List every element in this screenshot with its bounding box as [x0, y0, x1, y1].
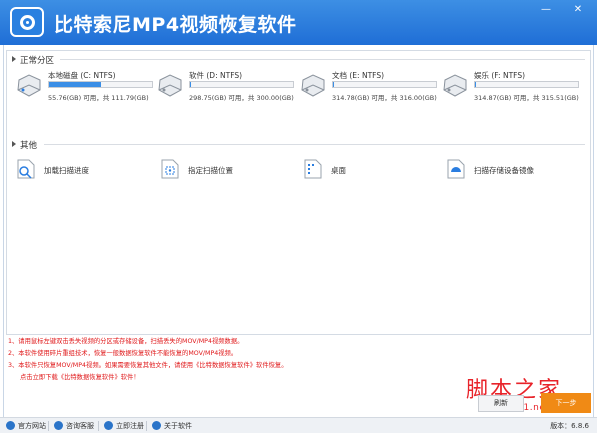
status-bar: 官方网站 咨询客服 立即注册 关于软件 版本：6.8.6 — [0, 417, 597, 433]
official-site-link[interactable]: 官方网站 — [6, 421, 46, 431]
drive-usage-bar — [48, 81, 153, 88]
download-link[interactable]: 点击立即下载《比特数据恢复软件》软件！ — [20, 372, 140, 381]
drive-name: 文档 (E: NTFS) — [332, 71, 385, 80]
app-title: 比特索尼MP4视频恢复软件 — [54, 14, 297, 36]
section-divider — [44, 144, 585, 145]
collapse-arrow-icon — [12, 56, 16, 62]
drive-size: 314.78(GB) 可用，共 316.00(GB) — [332, 94, 437, 102]
register-link[interactable]: 立即注册 — [104, 421, 144, 431]
collapse-arrow-icon — [12, 141, 16, 147]
status-divider — [146, 421, 147, 431]
drive-e[interactable]: 文档 (E: NTFS) 314.78(GB) 可用，共 316.00(GB) — [300, 70, 440, 104]
drive-f[interactable]: 娱乐 (F: NTFS) 314.87(GB) 可用，共 315.51(GB) — [442, 70, 582, 104]
section-header-partitions: 正常分区 — [12, 54, 54, 66]
drive-name: 娱乐 (F: NTFS) — [474, 71, 526, 80]
chat-icon — [54, 421, 63, 430]
drive-usage-bar — [189, 81, 294, 88]
tool-label: 指定扫描位置 — [188, 166, 233, 175]
tool-label: 桌面 — [331, 166, 346, 175]
drive-usage-bar — [332, 81, 437, 88]
note-line: 2、本软件使用碎片重组技术，恢复一般数据恢复软件不能恢复的MOV/MP4视频。 — [8, 350, 238, 357]
close-button[interactable]: ✕ — [570, 4, 586, 16]
next-button[interactable]: 下一步 — [541, 393, 591, 413]
scan-device-image-icon — [447, 159, 465, 179]
home-icon — [6, 421, 15, 430]
drive-d[interactable]: 软件 (D: NTFS) 298.75(GB) 可用，共 300.00(GB) — [157, 70, 297, 104]
hard-drive-icon — [301, 74, 325, 97]
tool-desktop[interactable]: 桌面 — [303, 158, 383, 182]
register-icon — [104, 421, 113, 430]
app-logo-icon — [10, 7, 44, 37]
tool-label: 加载扫描进度 — [44, 166, 89, 175]
title-bar: 比特索尼MP4视频恢复软件 — ✕ — [0, 0, 597, 45]
note-line: 3、本软件只恢复MOV/MP4视频。如果需要恢复其他文件，请使用《比特数据恢复软… — [8, 362, 288, 369]
status-divider — [98, 421, 99, 431]
minimize-button[interactable]: — — [538, 4, 554, 16]
info-icon — [152, 421, 161, 430]
drive-size: 314.87(GB) 可用，共 315.51(GB) — [474, 94, 579, 102]
tool-specify-scan-location[interactable]: 指定扫描位置 — [160, 158, 270, 182]
status-divider — [48, 421, 49, 431]
load-scan-progress-icon — [17, 159, 35, 179]
note-line: 1、请用鼠标左键双击丢失视频的分区或存储设备，扫描丢失的MOV/MP4视频数据。 — [8, 338, 244, 345]
tool-scan-device-image[interactable]: 扫描存储设备镜像 — [446, 158, 566, 182]
drive-c[interactable]: 本地磁盘 (C: NTFS) 55.76(GB) 可用，共 111.79(GB) — [16, 70, 156, 104]
section-header-other: 其他 — [12, 139, 37, 151]
hard-drive-icon — [443, 74, 467, 97]
hard-drive-icon — [17, 74, 41, 97]
about-link[interactable]: 关于软件 — [152, 421, 192, 431]
tool-label: 扫描存储设备镜像 — [474, 166, 534, 175]
support-link[interactable]: 咨询客服 — [54, 421, 94, 431]
section-divider — [60, 59, 585, 60]
refresh-button[interactable]: 刷新 — [478, 395, 524, 412]
drive-usage-bar — [474, 81, 579, 88]
specify-scan-location-icon — [161, 159, 179, 179]
drive-size: 298.75(GB) 可用，共 300.00(GB) — [189, 94, 294, 102]
tool-load-scan-progress[interactable]: 加载扫描进度 — [16, 158, 126, 182]
drive-size: 55.76(GB) 可用，共 111.79(GB) — [48, 94, 149, 102]
hard-drive-icon — [158, 74, 182, 97]
desktop-icon — [304, 159, 322, 179]
version-label: 版本：6.8.6 — [550, 422, 589, 430]
drive-name: 软件 (D: NTFS) — [189, 71, 243, 80]
drive-name: 本地磁盘 (C: NTFS) — [48, 71, 116, 80]
